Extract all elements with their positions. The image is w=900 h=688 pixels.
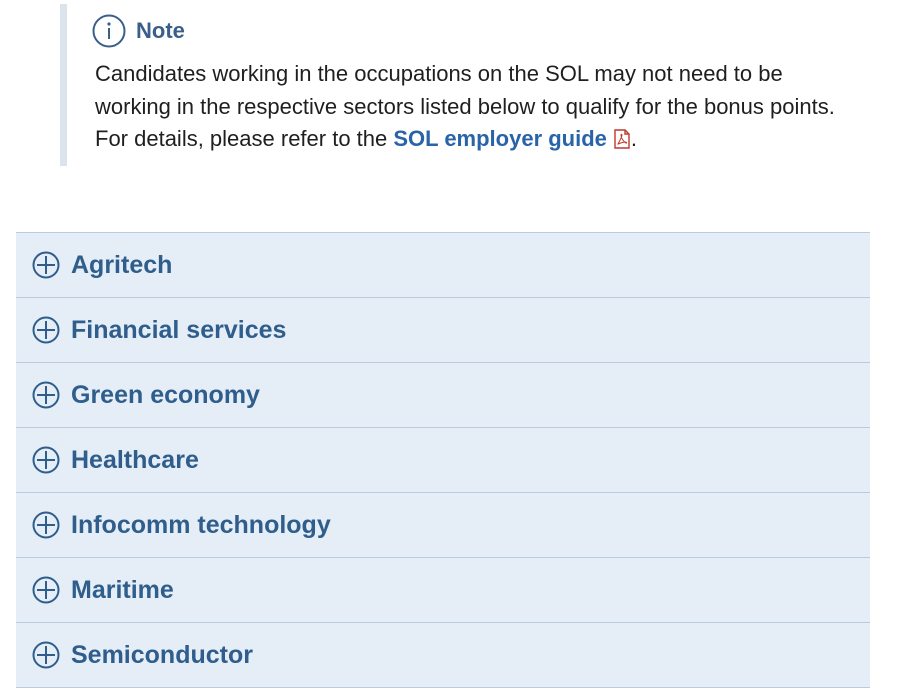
accordion-item-label: Maritime — [71, 575, 174, 604]
plus-circle-icon — [32, 511, 60, 539]
accordion-item-infocomm-technology[interactable]: Infocomm technology — [16, 493, 870, 558]
plus-circle-icon — [32, 446, 60, 474]
accordion-item-label: Healthcare — [71, 445, 199, 474]
info-icon — [92, 14, 126, 48]
accordion-item-healthcare[interactable]: Healthcare — [16, 428, 870, 493]
accordion-item-label: Financial services — [71, 315, 287, 344]
note-trailing: . — [630, 126, 638, 151]
plus-circle-icon — [32, 576, 60, 604]
accordion-item-label: Semiconductor — [71, 640, 253, 669]
plus-circle-icon — [32, 316, 60, 344]
accordion-item-semiconductor[interactable]: Semiconductor — [16, 623, 870, 688]
accordion-item-green-economy[interactable]: Green economy — [16, 363, 870, 428]
note-title: Note — [136, 18, 185, 43]
pdf-icon — [613, 126, 631, 159]
accordion-item-maritime[interactable]: Maritime — [16, 558, 870, 623]
accordion-item-label: Agritech — [71, 250, 173, 279]
sol-employer-guide-link[interactable]: SOL employer guide — [393, 126, 631, 151]
plus-circle-icon — [32, 381, 60, 409]
plus-circle-icon — [32, 251, 60, 279]
accordion-item-label: Green economy — [71, 380, 260, 409]
note-callout: Note Candidates working in the occupatio… — [60, 4, 857, 166]
note-body: Candidates working in the occupations on… — [95, 58, 845, 159]
accordion-item-agritech[interactable]: Agritech — [16, 233, 870, 298]
accordion-item-financial-services[interactable]: Financial services — [16, 298, 870, 363]
accordion-item-label: Infocomm technology — [71, 510, 331, 539]
note-header: Note — [92, 14, 185, 48]
sol-employer-guide-link-text: SOL employer guide — [393, 126, 607, 151]
sector-accordion: Agritech Financial services Green econom… — [16, 232, 870, 688]
plus-circle-icon — [32, 641, 60, 669]
